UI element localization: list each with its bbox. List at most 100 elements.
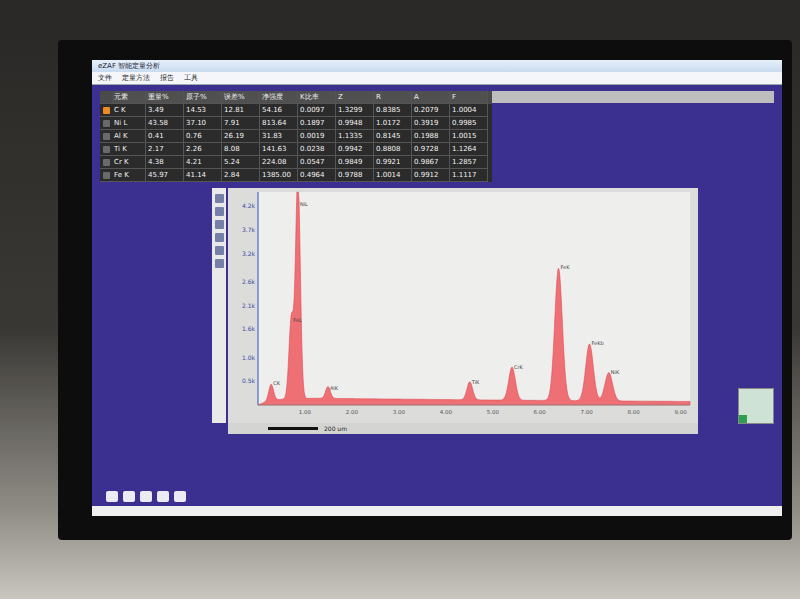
results-table: 元素重量%原子%误差%净强度K比率ZRAFC K3.4914.5312.8154… (100, 91, 492, 182)
table-cell: 43.58 (146, 117, 184, 130)
dock-icon[interactable] (123, 491, 135, 502)
row-marker[interactable] (100, 143, 112, 156)
tool-icon[interactable] (215, 207, 224, 216)
table-cell: 1.1117 (450, 169, 488, 182)
table-row[interactable]: Fe K45.9741.142.841385.000.49640.97881.0… (100, 169, 492, 182)
table-row[interactable]: Al K0.410.7626.1931.830.00191.13350.8145… (100, 130, 492, 143)
table-cell: 37.10 (184, 117, 222, 130)
table-row[interactable]: C K3.4914.5312.8154.160.00971.32990.8385… (100, 104, 492, 117)
y-tick: 3.7k (242, 226, 256, 233)
chart-row: 4.2k3.7k3.2k2.6k2.1k1.6k1.0k0.5k1.002.00… (100, 188, 774, 434)
table-cell: Cr K (112, 156, 146, 169)
column-header[interactable]: 原子% (184, 91, 222, 104)
table-cell: 0.3919 (412, 117, 450, 130)
column-header[interactable]: A (412, 91, 450, 104)
status-bar (92, 506, 782, 516)
info-strip (492, 91, 774, 103)
dock-icon[interactable] (157, 491, 169, 502)
dock (92, 487, 782, 506)
table-cell: 2.26 (184, 143, 222, 156)
tool-icon[interactable] (215, 246, 224, 255)
table-cell: 31.83 (260, 130, 298, 143)
column-header[interactable]: Z (336, 91, 374, 104)
table-cell: 0.0097 (298, 104, 336, 117)
column-header[interactable]: F (450, 91, 488, 104)
table-cell: 0.9985 (450, 117, 488, 130)
table-row[interactable]: Cr K4.384.215.24224.080.05470.98490.9921… (100, 156, 492, 169)
row-marker[interactable] (100, 130, 112, 143)
dock-icon[interactable] (174, 491, 186, 502)
title-bar: eZAF 智能定量分析 (92, 60, 782, 72)
column-header[interactable]: 净强度 (260, 91, 298, 104)
tool-icon[interactable] (215, 220, 224, 229)
row-marker[interactable] (100, 156, 112, 169)
monitor: eZAF 智能定量分析文件定量方法报告工具元素重量%原子%误差%净强度K比率ZR… (58, 40, 792, 540)
results-row: 元素重量%原子%误差%净强度K比率ZRAFC K3.4914.5312.8154… (100, 91, 774, 182)
column-header[interactable]: 重量% (146, 91, 184, 104)
table-cell: 1.2857 (450, 156, 488, 169)
peak-label: FeKb (592, 340, 604, 346)
peak-label: FeK (561, 264, 571, 270)
table-cell: 0.0019 (298, 130, 336, 143)
table-cell: 141.63 (260, 143, 298, 156)
table-cell: Ti K (112, 143, 146, 156)
row-marker[interactable] (100, 169, 112, 182)
menu-item[interactable]: 定量方法 (122, 73, 150, 83)
dock-icon[interactable] (140, 491, 152, 502)
row-marker[interactable] (100, 104, 112, 117)
x-tick: 9.00 (674, 409, 687, 415)
menu-item[interactable]: 报告 (160, 73, 174, 83)
y-tick: 4.2k (242, 202, 256, 209)
table-cell: 26.19 (222, 130, 260, 143)
x-tick: 8.00 (628, 409, 641, 415)
menu-item[interactable]: 工具 (184, 73, 198, 83)
table-cell: 0.8145 (374, 130, 412, 143)
peak-label: CrK (514, 364, 524, 370)
table-cell: 8.08 (222, 143, 260, 156)
column-header[interactable]: K比率 (298, 91, 336, 104)
table-cell: 41.14 (184, 169, 222, 182)
table-row[interactable]: Ti K2.172.268.08141.630.02380.99420.8808… (100, 143, 492, 156)
row-marker[interactable] (100, 117, 112, 130)
tool-icon[interactable] (215, 259, 224, 268)
table-cell: 2.17 (146, 143, 184, 156)
table-cell: 0.8385 (374, 104, 412, 117)
y-tick: 1.0k (242, 354, 256, 361)
table-cell: 0.9788 (336, 169, 374, 182)
spectrum-panel: 4.2k3.7k3.2k2.6k2.1k1.6k1.0k0.5k1.002.00… (228, 188, 698, 434)
tool-icon[interactable] (215, 233, 224, 242)
table-cell: 5.24 (222, 156, 260, 169)
x-tick: 6.00 (534, 409, 547, 415)
table-cell: 0.9849 (336, 156, 374, 169)
column-header[interactable]: 元素 (112, 91, 146, 104)
y-tick: 2.6k (242, 278, 256, 285)
column-header[interactable]: 误差% (222, 91, 260, 104)
table-cell: 0.41 (146, 130, 184, 143)
table-cell: 45.97 (146, 169, 184, 182)
x-tick: 1.00 (299, 409, 312, 415)
x-tick: 4.00 (440, 409, 453, 415)
screen: eZAF 智能定量分析文件定量方法报告工具元素重量%原子%误差%净强度K比率ZR… (92, 60, 782, 516)
column-header[interactable]: R (374, 91, 412, 104)
menu-bar: 文件定量方法报告工具 (92, 72, 782, 85)
table-cell: 4.21 (184, 156, 222, 169)
table-cell: 14.53 (184, 104, 222, 117)
table-cell: 1.0172 (374, 117, 412, 130)
x-axis (258, 405, 690, 406)
y-tick: 1.6k (242, 325, 256, 332)
menu-item[interactable]: 文件 (98, 73, 112, 83)
image-thumbnail[interactable] (738, 388, 774, 424)
tool-icon[interactable] (215, 194, 224, 203)
table-cell: 0.9942 (336, 143, 374, 156)
x-tick: 7.00 (581, 409, 594, 415)
table-cell: Fe K (112, 169, 146, 182)
table-cell: 1.0004 (450, 104, 488, 117)
table-header: 元素重量%原子%误差%净强度K比率ZRAF (100, 91, 492, 104)
table-cell: 1.1264 (450, 143, 488, 156)
table-cell: 0.2079 (412, 104, 450, 117)
workspace: 元素重量%原子%误差%净强度K比率ZRAFC K3.4914.5312.8154… (92, 85, 782, 487)
x-tick: 5.00 (487, 409, 500, 415)
table-row[interactable]: Ni L43.5837.107.91813.640.18970.99481.01… (100, 117, 492, 130)
dock-icon[interactable] (106, 491, 118, 502)
y-axis (258, 192, 259, 405)
